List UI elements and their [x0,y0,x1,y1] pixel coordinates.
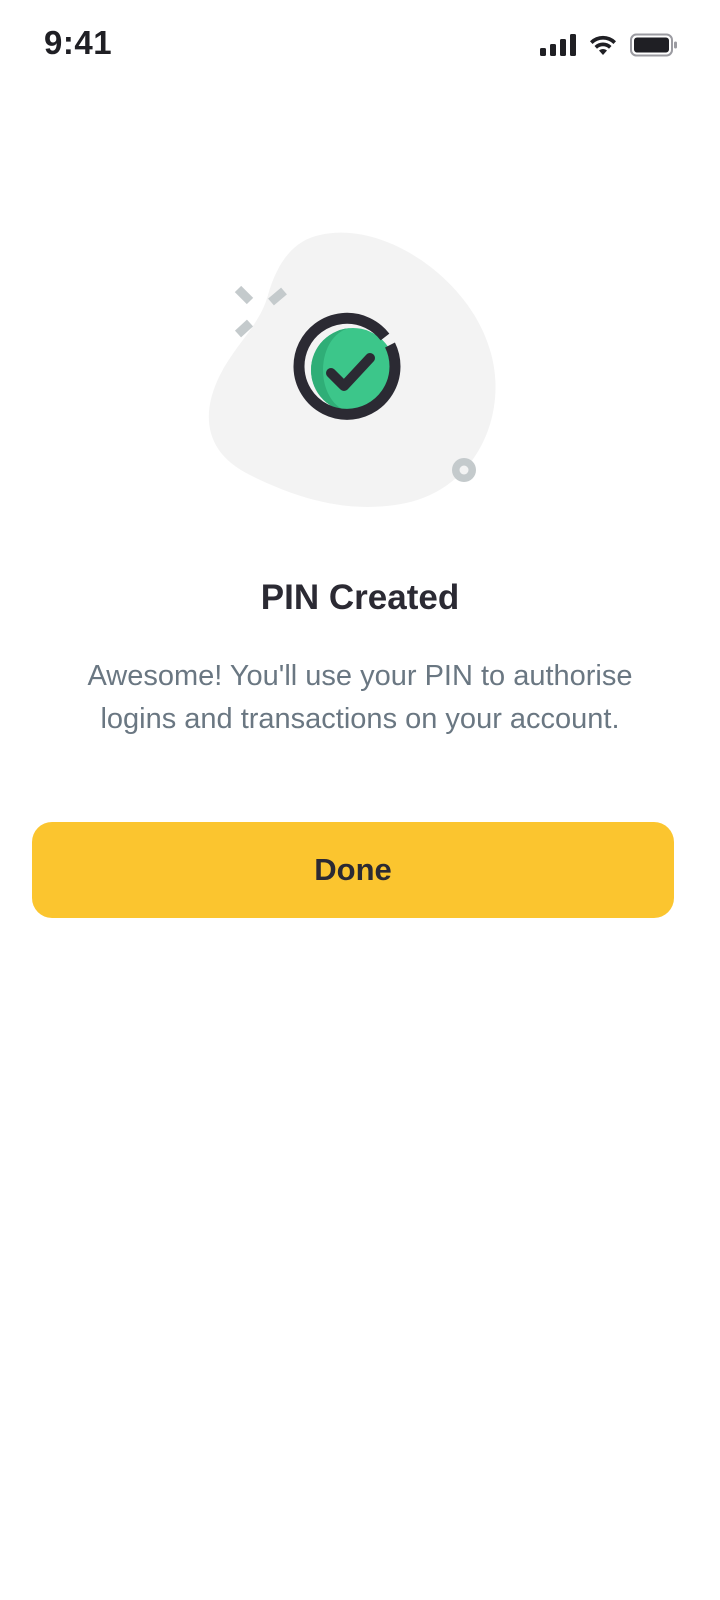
done-button[interactable]: Done [32,822,674,918]
battery-icon [630,33,677,57]
page-title: PIN Created [260,578,460,617]
success-illustration [208,232,496,507]
status-time: 9:41 [44,24,113,61]
dot-icon [452,458,476,482]
success-message: Awesome! You'll use your PIN to authoris… [87,660,633,735]
status-bar: 9:41 [0,0,720,90]
wifi-icon [590,35,616,55]
status-icons [540,30,678,60]
cellular-signal-icon [540,34,576,56]
success-check-icon [293,312,401,420]
